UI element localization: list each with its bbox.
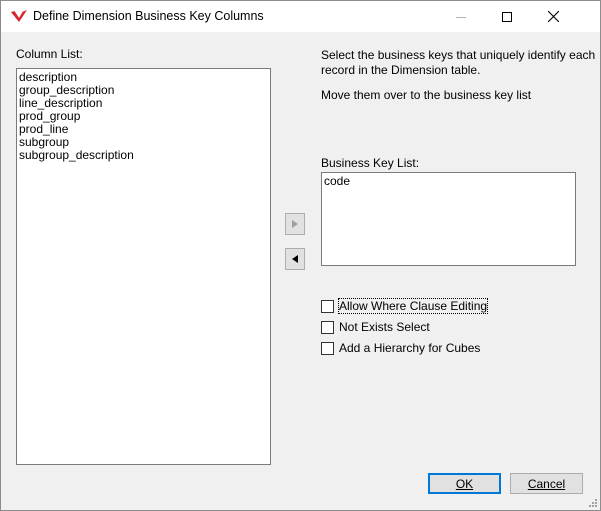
add-hierarchy-label: Add a Hierarchy for Cubes [339,341,481,355]
allow-where-clause-checkbox[interactable]: Allow Where Clause Editing [321,298,489,314]
minimize-button[interactable] [438,1,484,32]
not-exists-select-checkbox[interactable]: Not Exists Select [321,319,430,335]
maximize-icon [502,11,512,22]
resize-grip-icon[interactable] [587,497,597,507]
cancel-button[interactable]: Cancel [510,473,583,494]
add-key-button[interactable] [285,213,305,235]
window-title: Define Dimension Business Key Columns [33,9,264,23]
list-item[interactable]: subgroup_description [17,149,270,162]
remove-key-button[interactable] [285,248,305,270]
add-hierarchy-checkbox[interactable]: Add a Hierarchy for Cubes [321,340,480,356]
dialog-window: Define Dimension Business Key Columns Co… [0,0,601,511]
cancel-button-label: Cancel [527,476,566,491]
arrow-right-icon [292,220,298,228]
close-button[interactable] [530,1,576,32]
column-list[interactable]: description group_description line_descr… [16,68,271,465]
title-bar: Define Dimension Business Key Columns [1,1,600,32]
app-logo-icon [11,10,27,22]
checkbox-box[interactable] [321,341,334,355]
business-key-list[interactable]: code [321,172,576,266]
instruction-line-2: record in the Dimension table. [321,63,481,77]
not-exists-select-label: Not Exists Select [339,320,430,334]
allow-where-clause-label: Allow Where Clause Editing [337,298,489,314]
column-list-label: Column List: [16,47,83,61]
minimize-icon [456,16,466,18]
arrow-left-icon [292,255,298,263]
maximize-button[interactable] [484,1,530,32]
close-icon [547,11,559,22]
instruction-line-3: Move them over to the business key list [321,88,532,102]
checkbox-box[interactable] [321,320,334,334]
ok-button-label: OK [455,476,474,491]
checkbox-box[interactable] [321,299,334,313]
instruction-line-1: Select the business keys that uniquely i… [321,48,596,62]
business-key-list-label: Business Key List: [321,156,420,170]
ok-button[interactable]: OK [428,473,501,494]
list-item[interactable]: code [322,175,575,188]
